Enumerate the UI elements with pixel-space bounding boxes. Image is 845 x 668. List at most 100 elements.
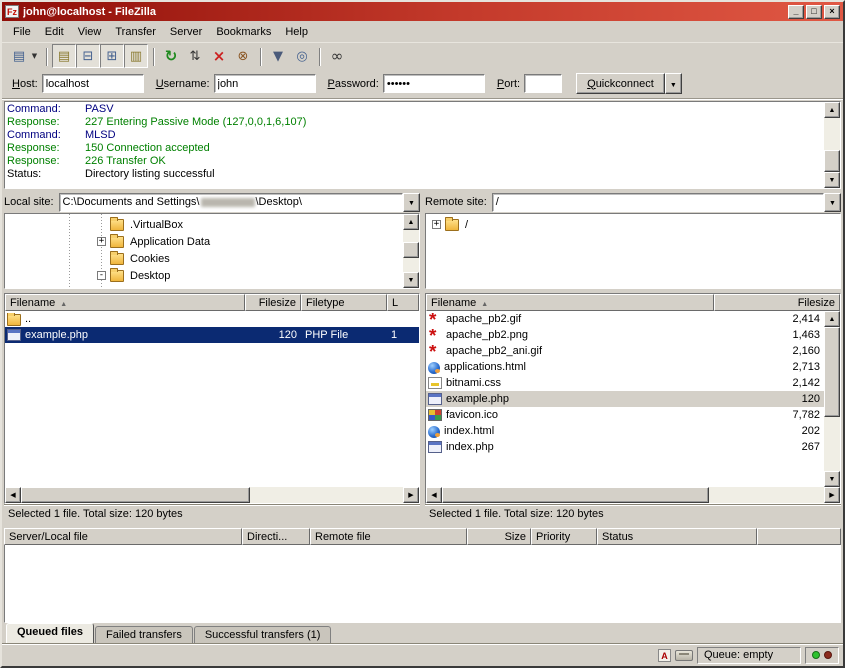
quickconnect-button[interactable]: Quickconnect — [576, 73, 665, 94]
minimize-button[interactable]: _ — [788, 5, 804, 19]
scroll-track[interactable] — [824, 118, 840, 172]
toggle-remote-tree-icon[interactable]: ⊞ — [100, 44, 124, 68]
refresh-icon[interactable]: ↻ — [159, 44, 183, 68]
quickconnect-dropdown-icon[interactable] — [665, 73, 682, 94]
log-line-type: Status: — [7, 168, 85, 181]
password-input[interactable] — [383, 74, 485, 93]
file-row[interactable]: index.php 267 — [426, 439, 824, 455]
column-header-remote-file[interactable]: Remote file — [310, 528, 467, 545]
scroll-left-button[interactable] — [5, 487, 21, 503]
menu-item-view[interactable]: View — [71, 24, 109, 40]
scroll-track[interactable] — [442, 487, 824, 503]
column-header-filename[interactable]: Filename — [426, 294, 714, 311]
log-scrollbar[interactable] — [824, 102, 840, 188]
local-list-hscrollbar[interactable] — [5, 487, 419, 503]
file-row[interactable]: .. — [5, 311, 419, 327]
directory-tree-item[interactable]: - Desktop — [5, 267, 403, 284]
tree-expander-icon[interactable]: + — [97, 237, 106, 246]
file-row[interactable]: apache_pb2.png 1,463 — [426, 327, 824, 343]
tree-expander-icon[interactable]: - — [97, 271, 106, 280]
menu-item-bookmarks[interactable]: Bookmarks — [209, 24, 278, 40]
remote-list-hscrollbar[interactable] — [426, 487, 840, 503]
column-header-last-modified[interactable]: L — [387, 294, 419, 311]
column-header-filetype[interactable]: Filetype — [301, 294, 387, 311]
compare-directories-icon[interactable]: ◎ — [290, 44, 314, 68]
scroll-left-button[interactable] — [426, 487, 442, 503]
local-site-combo[interactable]: C:\Documents and Settings\\Desktop\ — [59, 193, 403, 212]
scroll-right-button[interactable] — [403, 487, 419, 503]
column-header-priority[interactable]: Priority — [531, 528, 597, 545]
directory-tree-item[interactable]: + / — [426, 216, 840, 233]
file-row[interactable]: applications.html 2,713 — [426, 359, 824, 375]
file-row[interactable]: index.html 202 — [426, 423, 824, 439]
scroll-up-button[interactable] — [403, 214, 419, 230]
menu-item-transfer[interactable]: Transfer — [108, 24, 163, 40]
directory-tree-item[interactable]: .VirtualBox — [5, 216, 403, 233]
column-header-status[interactable]: Status — [597, 528, 757, 545]
titlebar[interactable]: Fz john@localhost - FileZilla _ □ × — [2, 2, 843, 21]
close-button[interactable]: × — [824, 5, 840, 19]
menu-item-file[interactable]: File — [6, 24, 38, 40]
scroll-track[interactable] — [403, 230, 419, 272]
scroll-thumb[interactable] — [824, 150, 840, 172]
menu-item-server[interactable]: Server — [163, 24, 209, 40]
sort-ascending-icon — [476, 297, 488, 309]
remote-site-combo[interactable]: / — [492, 193, 824, 212]
disconnect-icon[interactable]: ⊗ — [231, 44, 255, 68]
scroll-thumb[interactable] — [442, 487, 709, 503]
scroll-down-button[interactable] — [403, 272, 419, 288]
file-row[interactable]: example.php 120 PHP File 1 — [5, 327, 419, 343]
column-header-size[interactable]: Size — [467, 528, 531, 545]
host-input[interactable] — [42, 74, 144, 93]
file-row[interactable]: favicon.ico 7,782 — [426, 407, 824, 423]
parent-folder-icon — [7, 314, 21, 326]
file-row[interactable]: example.php 120 — [426, 391, 824, 407]
scroll-track[interactable] — [21, 487, 403, 503]
tree-expander-icon[interactable]: + — [432, 220, 441, 229]
folder-icon — [110, 253, 124, 265]
column-header-filename[interactable]: Filename — [5, 294, 245, 311]
scroll-thumb[interactable] — [403, 242, 419, 258]
scroll-down-button[interactable] — [824, 471, 840, 487]
scroll-thumb[interactable] — [824, 327, 840, 417]
scroll-up-button[interactable] — [824, 311, 840, 327]
username-input[interactable] — [214, 74, 316, 93]
toggle-message-log-icon[interactable]: ▤ — [52, 44, 76, 68]
filename: apache_pb2_ani.gif — [446, 345, 542, 357]
scroll-right-button[interactable] — [824, 487, 840, 503]
filezilla-window: Fz john@localhost - FileZilla _ □ × File… — [0, 0, 845, 668]
column-header-filesize[interactable]: Filesize — [714, 294, 840, 311]
local-site-dropdown-icon[interactable] — [403, 193, 420, 212]
directory-tree-item[interactable]: Cookies — [5, 250, 403, 267]
column-header-filesize[interactable]: Filesize — [245, 294, 301, 311]
cancel-operation-icon[interactable]: × — [207, 44, 231, 68]
toggle-queue-icon[interactable]: ▥ — [124, 44, 148, 68]
scroll-track[interactable] — [824, 327, 840, 471]
site-manager-dropdown-icon[interactable]: ▼ — [28, 44, 41, 68]
file-row[interactable]: apache_pb2.gif 2,414 — [426, 311, 824, 327]
filter-icon[interactable]: ▼ — [266, 44, 290, 68]
file-row[interactable]: bitnami.css 2,142 — [426, 375, 824, 391]
column-header-direction[interactable]: Directi... — [242, 528, 310, 545]
scroll-up-button[interactable] — [824, 102, 840, 118]
directory-tree-item[interactable]: + Application Data — [5, 233, 403, 250]
tab-queued-files[interactable]: Queued files — [6, 623, 94, 643]
menu-item-help[interactable]: Help — [278, 24, 315, 40]
find-files-icon[interactable]: ∞ — [325, 44, 349, 68]
remote-list-scrollbar[interactable] — [824, 311, 840, 487]
remote-site-dropdown-icon[interactable] — [824, 193, 841, 212]
file-row[interactable]: apache_pb2_ani.gif 2,160 — [426, 343, 824, 359]
tree-scrollbar[interactable] — [403, 214, 419, 288]
encryption-status-icon[interactable] — [675, 650, 693, 661]
process-queue-icon[interactable]: ⇅ — [183, 44, 207, 68]
toggle-local-tree-icon[interactable]: ⊟ — [76, 44, 100, 68]
maximize-button[interactable]: □ — [806, 5, 822, 19]
scroll-thumb[interactable] — [21, 487, 250, 503]
scroll-down-button[interactable] — [824, 172, 840, 188]
tab-failed-transfers[interactable]: Failed transfers — [95, 626, 193, 643]
menu-item-edit[interactable]: Edit — [38, 24, 71, 40]
tab-successful-transfers[interactable]: Successful transfers (1) — [194, 626, 332, 643]
data-type-icon[interactable] — [658, 649, 671, 662]
port-input[interactable] — [524, 74, 562, 93]
column-header-server-local-file[interactable]: Server/Local file — [4, 528, 242, 545]
